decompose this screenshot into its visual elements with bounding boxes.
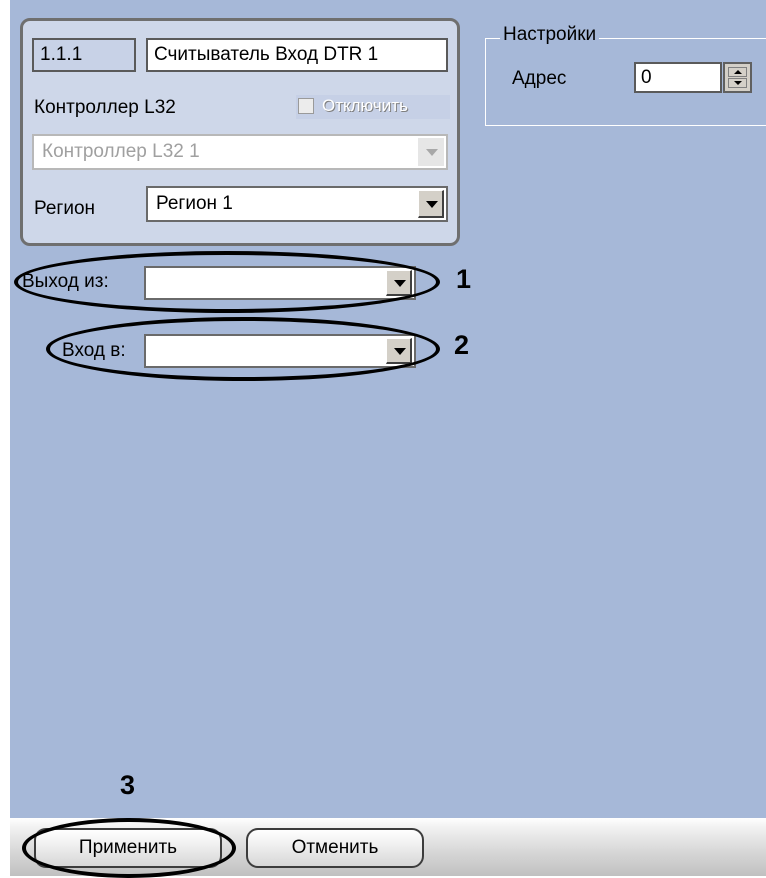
chevron-down-icon [426,149,438,156]
region-select-value: Регион 1 [156,193,233,214]
region-dropdown-button[interactable] [418,190,444,218]
cancel-button[interactable]: Отменить [246,828,424,868]
exit-from-dropdown-button[interactable] [386,270,412,296]
controller-select-value: Контроллер L32 1 [42,141,200,162]
region-select[interactable]: Регион 1 [146,186,448,222]
controller-select[interactable]: Контроллер L32 1 [32,134,448,170]
spinner-down-button[interactable] [728,78,747,88]
callout-number-3: 3 [120,770,136,800]
disable-checkbox-box[interactable] [298,98,314,114]
controller-dropdown-button[interactable] [418,138,444,166]
disable-checkbox-label: Отключить [322,96,408,115]
apply-button[interactable]: Применить [34,828,222,868]
reader-name-field[interactable]: Считыватель Вход DTR 1 [146,38,448,72]
exit-from-select[interactable] [144,266,416,300]
region-label: Регион [34,198,96,219]
arrow-up-icon [734,70,742,74]
address-label: Адрес [512,68,567,89]
address-spinner[interactable] [723,62,752,93]
entry-to-select[interactable] [144,334,416,368]
callout-number-2: 2 [454,330,470,360]
chevron-down-icon [426,201,438,208]
settings-title: Настройки [500,24,600,46]
reader-number-field: 1.1.1 [32,38,136,72]
entry-to-dropdown-button[interactable] [386,338,412,364]
callout-number-1: 1 [456,264,472,294]
chevron-down-icon [394,348,406,355]
address-input[interactable]: 0 [634,62,722,93]
spinner-up-button[interactable] [728,67,747,77]
arrow-down-icon [734,81,742,85]
left-border [0,0,10,876]
exit-from-label: Выход из: [22,271,109,292]
controller-label: Контроллер L32 [34,97,176,118]
entry-to-label: Вход в: [62,340,126,361]
chevron-down-icon [394,280,406,287]
disable-checkbox[interactable]: Отключить [296,95,450,119]
